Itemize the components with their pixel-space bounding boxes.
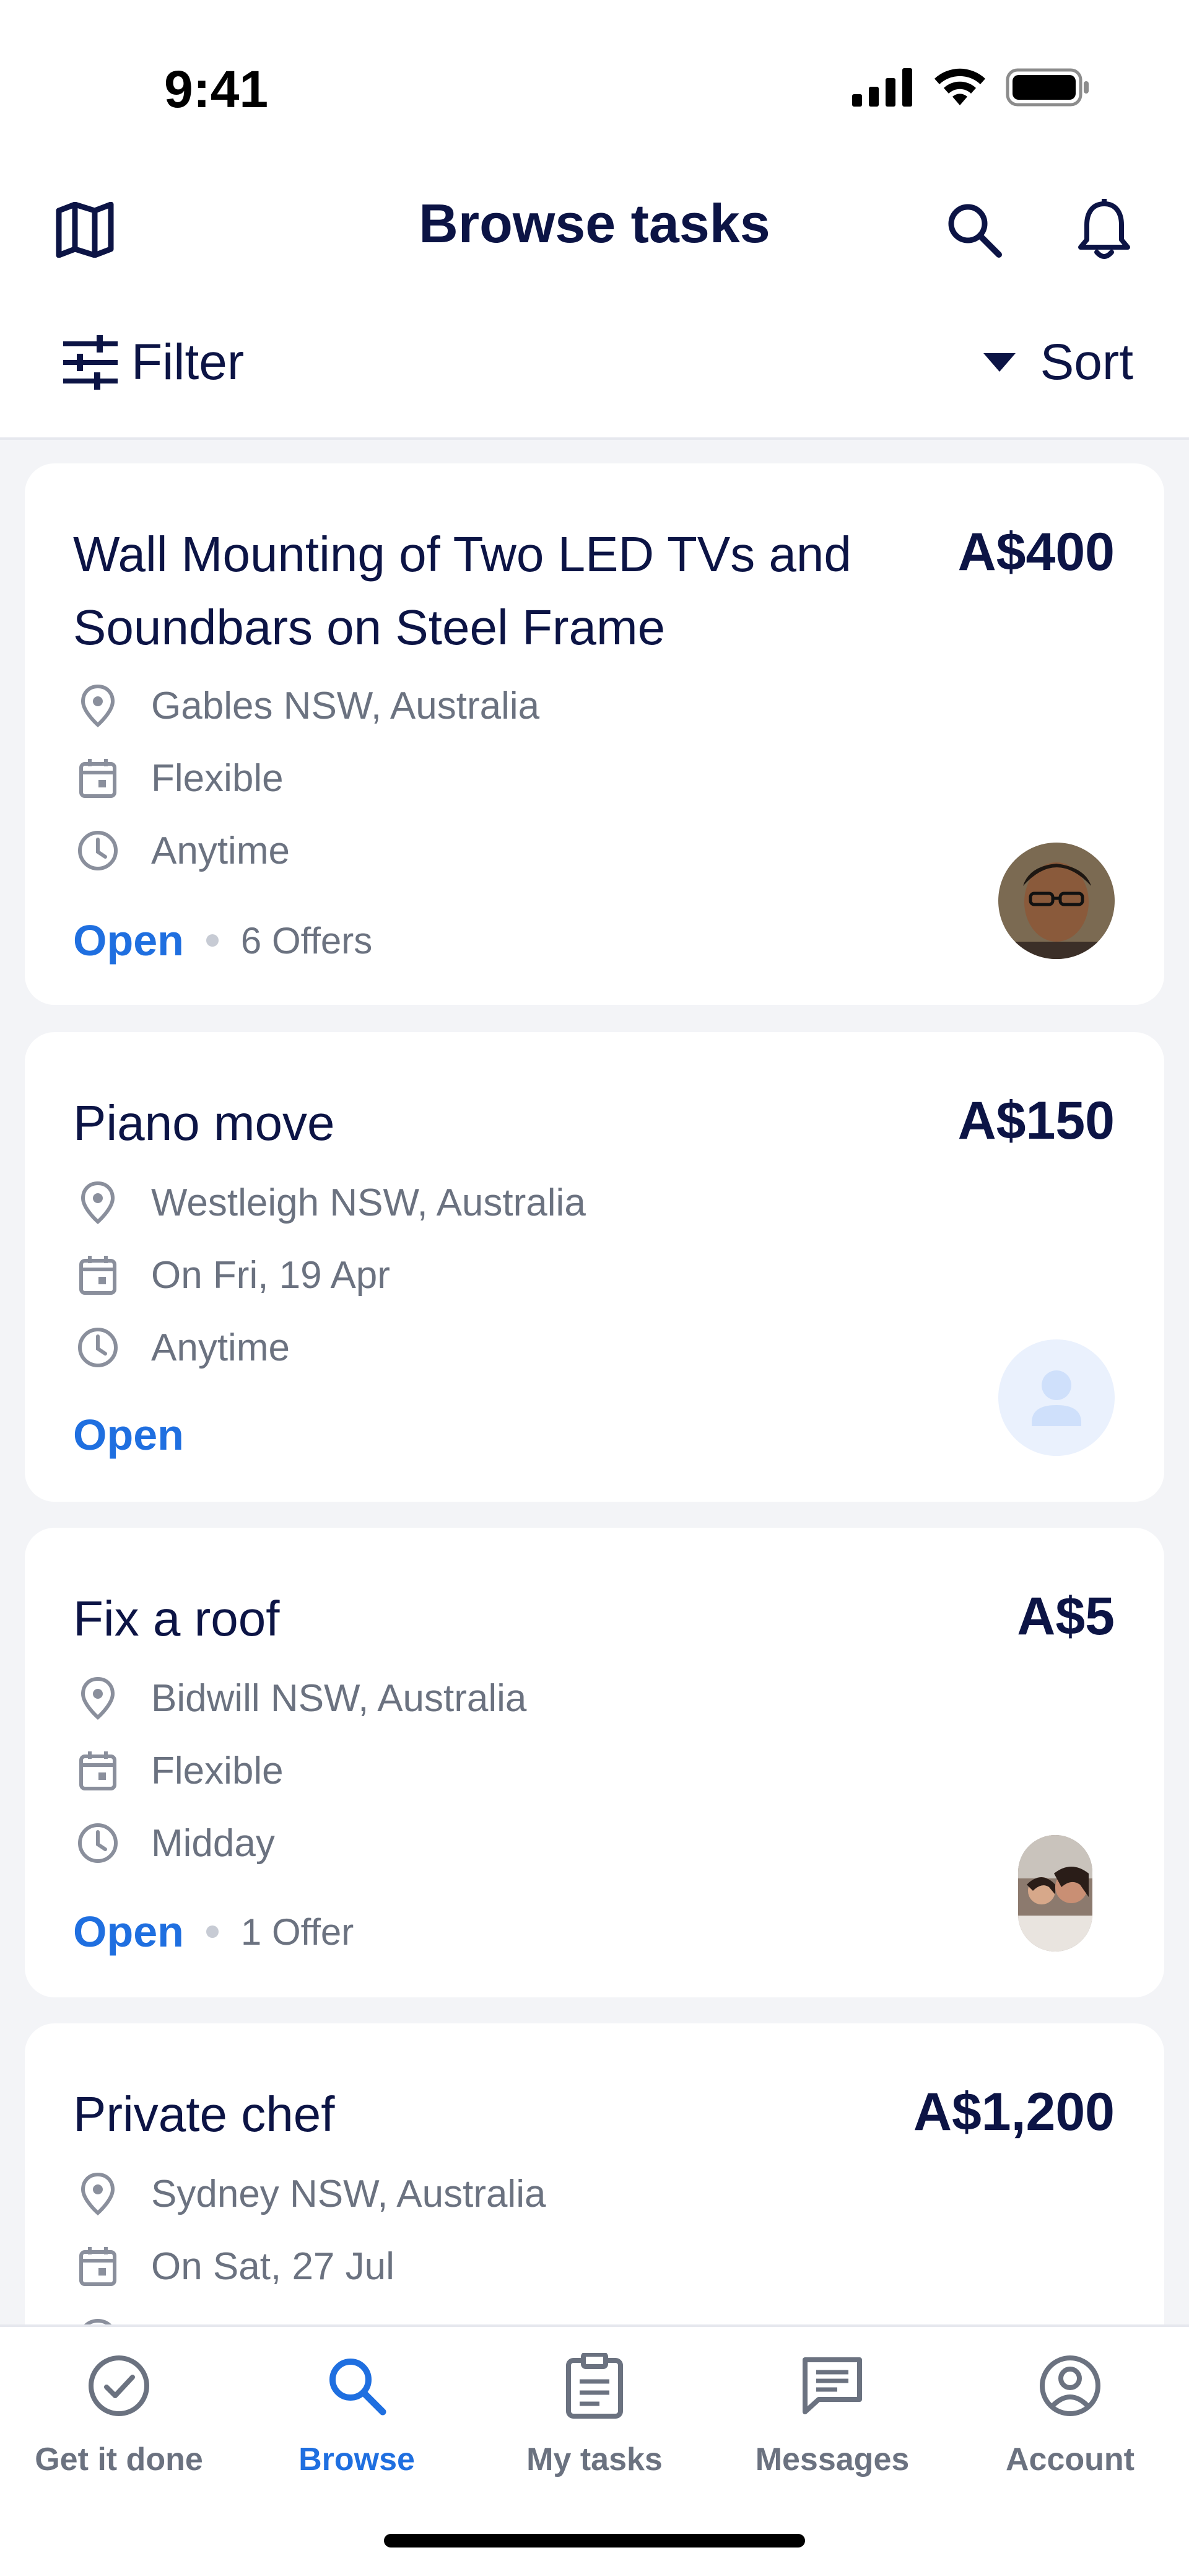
search-icon: [316, 2346, 397, 2426]
battery-icon: [1006, 68, 1089, 107]
nav-label: My tasks: [526, 2442, 663, 2477]
task-card[interactable]: Wall Mounting of Two LED TVs and Soundba…: [25, 463, 1164, 1005]
separator-dot: [206, 934, 219, 947]
status-open: Open: [73, 916, 184, 965]
date-text: Flexible: [151, 756, 284, 800]
date-row: Flexible: [73, 1743, 284, 1798]
filter-bar: Filter Sort: [0, 291, 1189, 440]
location-pin-icon: [73, 681, 123, 730]
clock-icon: [73, 826, 123, 875]
time-row: Midday: [73, 1815, 275, 1871]
task-card[interactable]: Fix a roof A$5 Bidwill NSW, Australia Fl…: [25, 1528, 1164, 1997]
cellular-signal-icon: [852, 68, 912, 107]
nav-label: Get it done: [35, 2442, 203, 2477]
calendar-icon: [73, 2241, 123, 2291]
sort-label: Sort: [1040, 334, 1133, 390]
date-text: Flexible: [151, 1749, 284, 1792]
filter-label: Filter: [131, 334, 245, 390]
status-row: Open 6 Offers: [73, 916, 372, 965]
offers-count: 1 Offer: [240, 1911, 354, 1953]
task-price: A$5: [1017, 1587, 1115, 1646]
date-text: On Fri, 19 Apr: [151, 1253, 390, 1297]
location-row: Bidwill NSW, Australia: [73, 1670, 526, 1726]
location-pin-icon: [73, 1178, 123, 1227]
location-text: Sydney NSW, Australia: [151, 2172, 546, 2215]
date-row: On Fri, 19 Apr: [73, 1247, 390, 1303]
date-row: On Sat, 27 Jul: [73, 2238, 394, 2294]
nav-label: Browse: [298, 2442, 415, 2477]
status-time: 9:41: [164, 60, 269, 118]
location-row: Sydney NSW, Australia: [73, 2166, 546, 2222]
sliders-icon: [63, 335, 118, 390]
status-bar: 9:41: [0, 0, 1189, 167]
calendar-icon: [73, 1746, 123, 1795]
avatar[interactable]: [998, 843, 1115, 959]
task-card[interactable]: Piano move A$150 Westleigh NSW, Australi…: [25, 1032, 1164, 1502]
filter-button[interactable]: Filter: [62, 328, 244, 396]
wifi-icon: [934, 68, 985, 105]
location-text: Bidwill NSW, Australia: [151, 1676, 527, 1720]
app-header: Browse tasks: [0, 167, 1189, 291]
nav-label: Account: [1006, 2442, 1135, 2477]
nav-account[interactable]: Account: [951, 2346, 1189, 2478]
status-row: Open 1 Offer: [73, 1907, 354, 1956]
avatar[interactable]: [1018, 1835, 1092, 1952]
status-open: Open: [73, 1411, 184, 1459]
location-text: Gables NSW, Australia: [151, 684, 540, 727]
task-price: A$400: [957, 522, 1115, 582]
task-title: Wall Mounting of Two LED TVs and Soundba…: [73, 527, 851, 655]
time-row: Anytime: [73, 823, 290, 878]
status-row: Open: [73, 1410, 184, 1460]
time-text: Anytime: [151, 829, 290, 872]
separator-dot: [206, 1925, 219, 1938]
bell-icon[interactable]: [1070, 196, 1138, 264]
calendar-icon: [73, 1250, 123, 1300]
clock-icon: [73, 1818, 123, 1868]
chat-icon: [792, 2346, 873, 2426]
status-icons: [852, 67, 1090, 108]
offers-count: 6 Offers: [240, 919, 373, 962]
task-title: Private chef: [73, 2087, 335, 2142]
task-title: Piano move: [73, 1095, 335, 1150]
location-row: Westleigh NSW, Australia: [73, 1175, 586, 1230]
nav-my-tasks[interactable]: My tasks: [476, 2346, 713, 2478]
time-text: Midday: [151, 1821, 275, 1865]
location-text: Westleigh NSW, Australia: [151, 1181, 586, 1224]
task-title: Fix a roof: [73, 1591, 280, 1646]
nav-browse[interactable]: Browse: [238, 2346, 476, 2478]
home-indicator: [384, 2534, 805, 2548]
nav-label: Messages: [755, 2442, 910, 2477]
clipboard-icon: [554, 2346, 635, 2426]
sort-button[interactable]: Sort: [983, 328, 1133, 396]
status-open: Open: [73, 1908, 184, 1956]
account-icon: [1030, 2346, 1110, 2426]
clock-icon: [73, 1323, 123, 1372]
nav-messages[interactable]: Messages: [713, 2346, 951, 2478]
location-pin-icon: [73, 1673, 123, 1723]
page-title: Browse tasks: [419, 193, 770, 254]
location-pin-icon: [73, 2169, 123, 2219]
date-row: Flexible: [73, 750, 284, 806]
caret-down-icon: [983, 353, 1016, 372]
time-row: Anytime: [73, 1320, 290, 1375]
date-text: On Sat, 27 Jul: [151, 2245, 394, 2288]
location-row: Gables NSW, Australia: [73, 678, 539, 734]
calendar-icon: [73, 753, 123, 803]
check-circle-icon: [79, 2346, 159, 2426]
avatar-placeholder[interactable]: [998, 1339, 1115, 1456]
time-text: Anytime: [151, 1326, 290, 1369]
task-price: A$1,200: [913, 2082, 1115, 2142]
nav-get-it-done[interactable]: Get it done: [0, 2346, 238, 2478]
task-price: A$150: [957, 1091, 1115, 1150]
search-icon[interactable]: [940, 196, 1008, 264]
task-card[interactable]: Private chef A$1,200 Sydney NSW, Austral…: [25, 2023, 1164, 2370]
